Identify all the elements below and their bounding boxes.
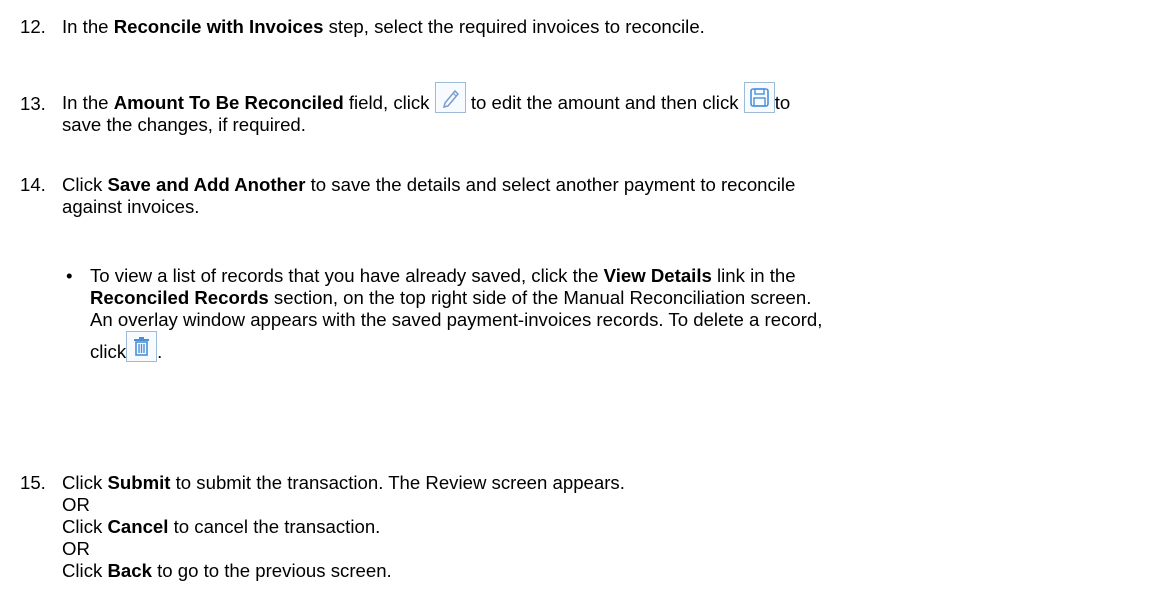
step-number: 13. <box>20 93 46 114</box>
step-text: Click <box>62 516 108 537</box>
ui-term: Back <box>107 560 152 581</box>
bullet-text: . <box>157 341 163 362</box>
step-14-bullet: • To view a list of records that you hav… <box>66 265 1130 362</box>
step-text: save the changes, if required. <box>62 114 306 135</box>
step-text: Click <box>62 472 108 493</box>
or-text: OR <box>62 538 90 559</box>
step-text: to submit the transaction. The Review sc… <box>170 472 625 493</box>
ui-term: Reconciled Records <box>90 287 269 308</box>
trash-delete-icon <box>126 331 158 362</box>
bullet-text: link in the <box>711 265 796 286</box>
step-text: to cancel the transaction. <box>168 516 381 537</box>
ui-term: Submit <box>107 472 171 493</box>
step-text: against invoices. <box>62 196 200 217</box>
ui-term: Reconcile with Invoices <box>113 16 324 37</box>
step-text: Click <box>62 560 108 581</box>
ui-term: Save and Add Another <box>107 174 306 195</box>
step-text: Click <box>62 174 108 195</box>
bullet-text: section, on the top right side of the Ma… <box>268 287 812 308</box>
bullet-text: An overlay window appears with the saved… <box>90 309 823 330</box>
pencil-edit-icon <box>434 82 466 113</box>
step-number: 14. <box>20 174 46 195</box>
bullet-text: click <box>90 341 127 362</box>
step-number: 12. <box>20 16 46 37</box>
step-text: to edit the amount and then click <box>465 92 744 113</box>
ui-term: View Details <box>603 265 712 286</box>
step-text: to save the details and select another p… <box>305 174 796 195</box>
ui-term: Amount To Be Reconciled <box>113 92 344 113</box>
step-text: to <box>774 92 791 113</box>
bullet-text: To view a list of records that you have … <box>90 265 604 286</box>
step-text: to go to the previous screen. <box>151 560 392 581</box>
step-text: In the <box>62 92 114 113</box>
step-number: 15. <box>20 472 46 493</box>
bullet-dot: • <box>66 265 73 286</box>
step-text: In the <box>62 16 114 37</box>
or-text: OR <box>62 494 90 515</box>
step-text: field, click <box>343 92 435 113</box>
step-text: step, select the required invoices to re… <box>323 16 705 37</box>
floppy-save-icon <box>743 82 775 113</box>
ui-term: Cancel <box>107 516 169 537</box>
